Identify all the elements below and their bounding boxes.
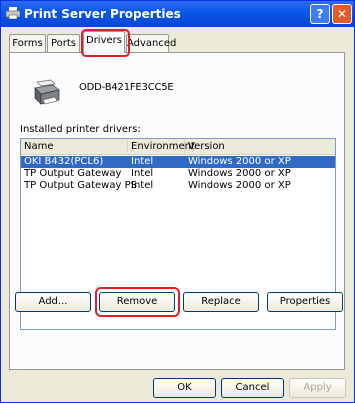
- driver-version: Windows 2000 or XP: [188, 168, 291, 179]
- apply-button: Apply: [289, 378, 346, 398]
- drivers-tab-highlight: [81, 29, 130, 57]
- ok-button[interactable]: OK: [153, 378, 216, 398]
- drivers-panel: ODD-B421FE3CC5E Installed printer driver…: [9, 52, 345, 370]
- replace-button[interactable]: Replace: [183, 292, 259, 312]
- server-name: ODD-B421FE3CC5E: [79, 82, 174, 93]
- list-header: Name Environment Version: [21, 139, 335, 155]
- column-header-version[interactable]: Version: [185, 140, 335, 153]
- printer-icon: [6, 7, 20, 19]
- title-bar[interactable]: Print Server Properties ? ✕: [1, 1, 354, 27]
- help-button[interactable]: ?: [310, 4, 330, 24]
- tab-forms[interactable]: Forms: [9, 34, 46, 52]
- tab-ports[interactable]: Ports: [47, 34, 80, 52]
- remove-button-highlight: [95, 287, 180, 317]
- cancel-button[interactable]: Cancel: [221, 378, 284, 398]
- window-title: Print Server Properties: [24, 7, 181, 21]
- add-button[interactable]: Add...: [15, 292, 91, 312]
- print-server-properties-window: Print Server Properties ? ✕ Forms Ports …: [0, 0, 355, 403]
- printer-server-icon: [34, 79, 60, 105]
- installed-drivers-label: Installed printer drivers:: [20, 124, 141, 135]
- properties-button[interactable]: Properties: [267, 292, 343, 312]
- driver-row-oki-b432[interactable]: OKI B432(PCL6) Intel Windows 2000 or XP: [21, 156, 335, 168]
- close-button[interactable]: ✕: [332, 4, 352, 24]
- driver-environment: Intel: [131, 168, 154, 179]
- driver-row-tp-output-gateway-ps[interactable]: TP Output Gateway PS Intel Windows 2000 …: [21, 180, 335, 192]
- driver-environment: Intel: [131, 156, 154, 167]
- driver-name: TP Output Gateway PS: [24, 180, 137, 191]
- driver-version: Windows 2000 or XP: [188, 156, 291, 167]
- driver-name: OKI B432(PCL6): [24, 156, 104, 167]
- tab-advanced[interactable]: Advanced: [126, 34, 176, 52]
- column-header-environment[interactable]: Environment: [128, 140, 195, 153]
- driver-environment: Intel: [131, 180, 154, 191]
- driver-version: Windows 2000 or XP: [188, 180, 291, 191]
- driver-name: TP Output Gateway: [24, 168, 122, 179]
- driver-row-tp-output-gateway[interactable]: TP Output Gateway Intel Windows 2000 or …: [21, 168, 335, 180]
- column-header-name[interactable]: Name: [21, 140, 128, 153]
